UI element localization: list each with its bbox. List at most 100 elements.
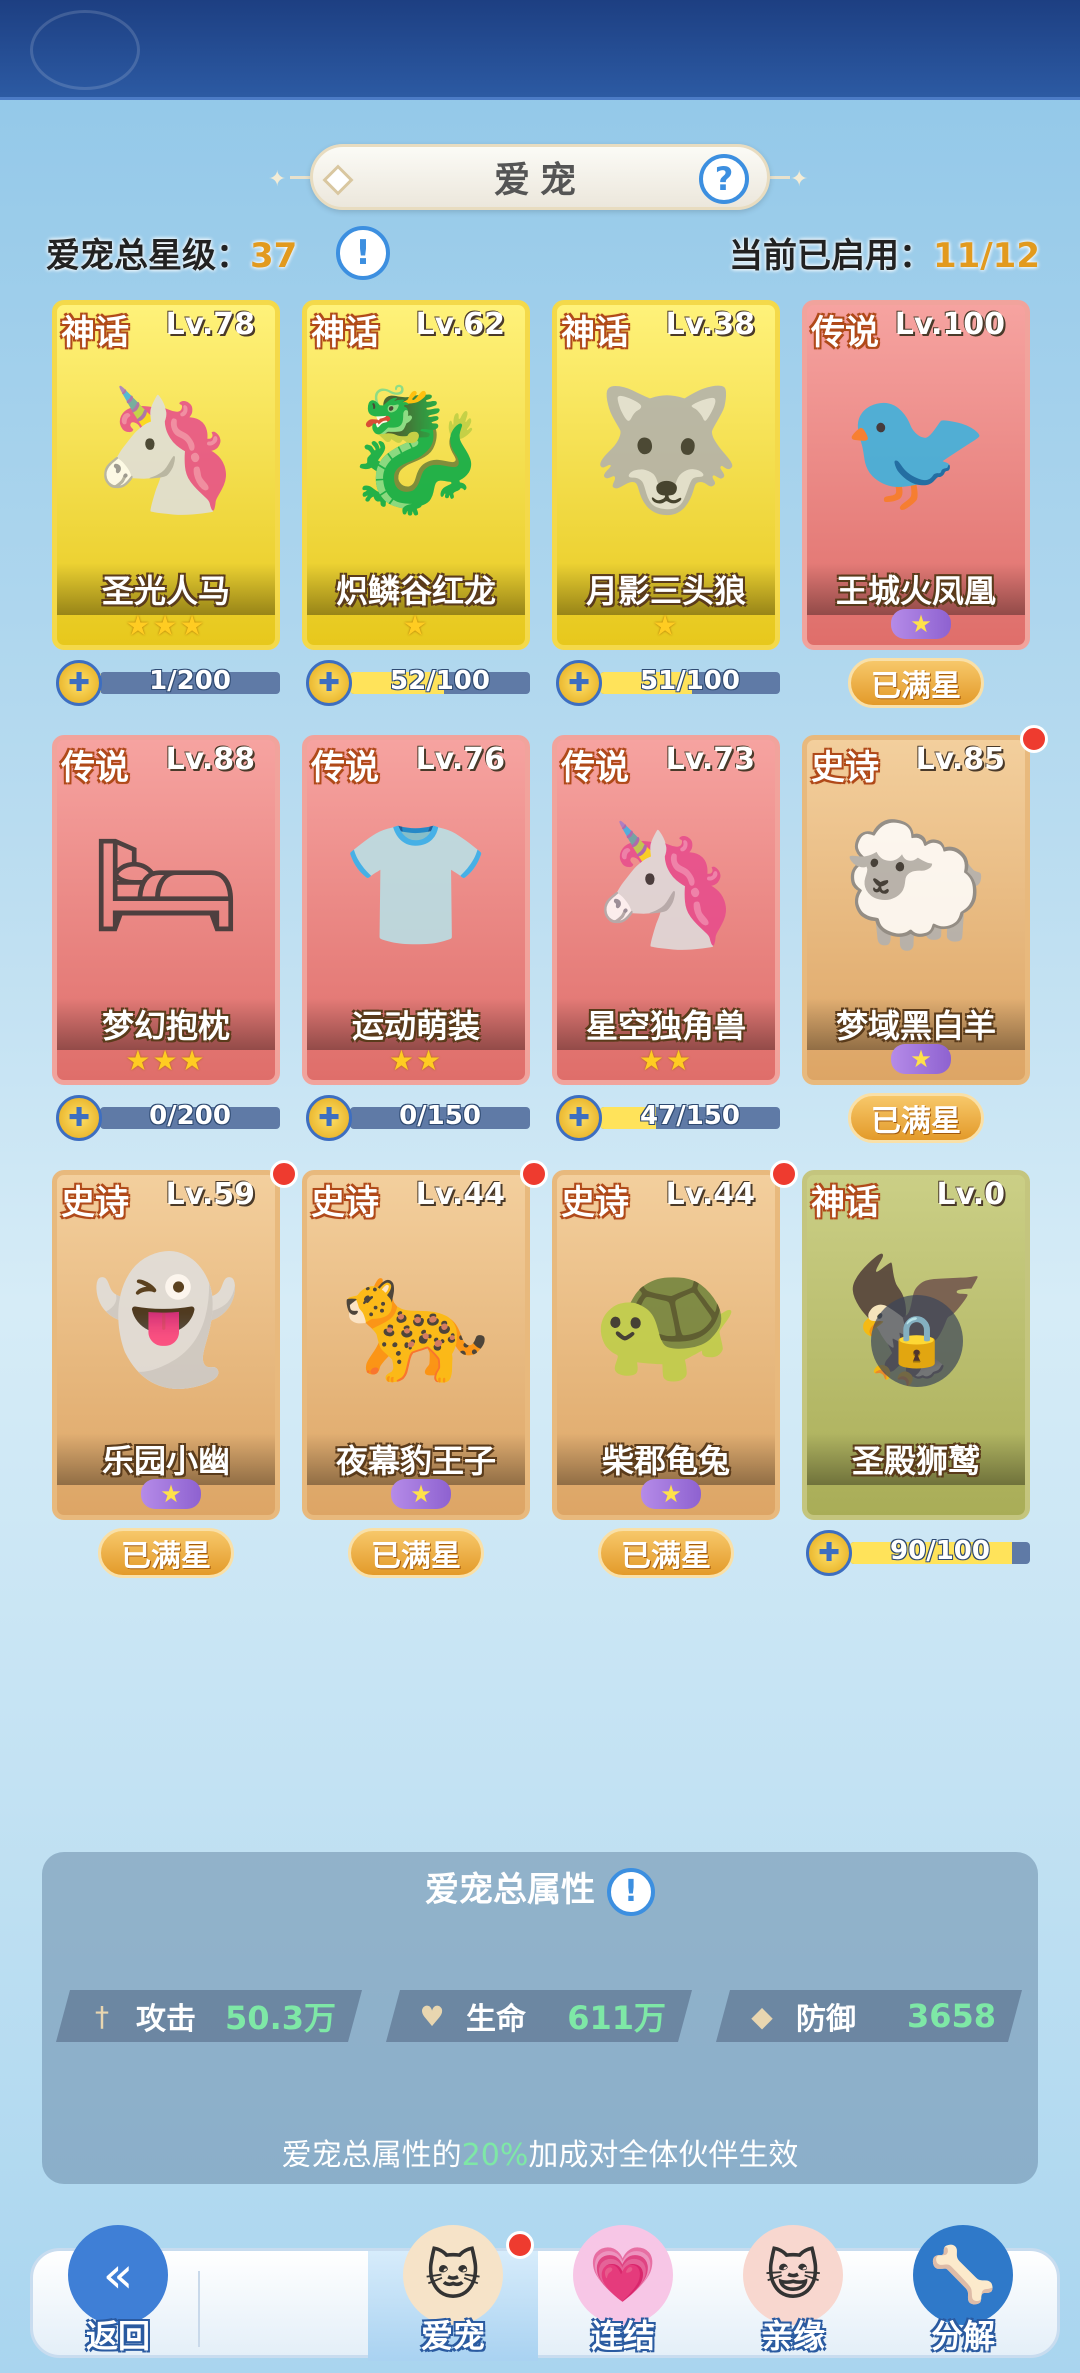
pet-name: 王城火凤凰 [835, 572, 996, 610]
star-progress: 1/200 ✚ [56, 660, 286, 706]
pet-name: 圣光人马 [101, 572, 230, 610]
pet-stars-icon: ★ [652, 609, 680, 642]
tab-bond[interactable]: 😺 亲缘 [708, 2225, 878, 2361]
pet-name-bar: 夜幕豹王子 [307, 1433, 525, 1485]
star-progress: 52/100 ✚ [306, 660, 536, 706]
pet-name: 夜幕豹王子 [335, 1442, 496, 1480]
attribute-info-icon[interactable]: ! [607, 1867, 655, 1916]
puzzle-piece-icon: ✚ [556, 1095, 602, 1141]
attack-value: 50.3万 [225, 1999, 336, 2037]
defense-value: 3658 [906, 1997, 996, 2035]
pet-stars-icon: ★★ [638, 1044, 694, 1077]
back-button[interactable]: « 返回 [33, 2225, 203, 2361]
pet-level: Lv.44 [665, 1177, 755, 1212]
pet-card[interactable]: 🦅神话Lv.0圣殿狮鹫🔒 [802, 1170, 1030, 1520]
max-star-label: 已满星 [98, 1528, 234, 1578]
tab-decompose[interactable]: 🦴 分解 [878, 2225, 1048, 2361]
attribute-bonus-note: 爱宠总属性的20%加成对全体伙伴生效 [42, 2130, 1038, 2174]
tab-pet-label: 爱宠 [420, 2317, 485, 2355]
pet-name-bar: 梦域黑白羊 [807, 998, 1025, 1050]
note-suffix: 加成对全体伙伴生效 [528, 2138, 799, 2173]
heart-link-icon: 💗 [573, 2225, 673, 2325]
pet-card[interactable]: 🐺 神话 Lv.38 月影三头狼 ★ [552, 300, 780, 650]
tab-link[interactable]: 💗 连结 [538, 2225, 708, 2361]
pet-portrait: 👕 [341, 816, 491, 955]
progress-text: 0/200 [149, 1101, 231, 1131]
pet-name-bar: 圣光人马 [57, 563, 275, 615]
attack-attribute: † 攻击 50.3万 [56, 1990, 362, 2042]
back-label: 返回 [85, 2317, 150, 2355]
pet-rarity: 传说 [561, 748, 629, 788]
total-star-stat: 爱宠总星级：37 [46, 228, 297, 277]
pet-level: Lv.44 [415, 1177, 505, 1212]
health-label: 生命 [466, 2002, 526, 2037]
pet-name: 运动萌装 [351, 1007, 480, 1045]
pet-level: Lv.59 [165, 1177, 255, 1212]
pet-card[interactable]: 🛏 传说 Lv.88 梦幻抱枕 ★★★ [52, 735, 280, 1085]
progress-text: 1/200 [149, 666, 231, 696]
pet-name: 圣殿狮鹫 [851, 1442, 980, 1480]
pet-card[interactable]: 🐉 神话 Lv.62 炽鳞谷红龙 ★ [302, 300, 530, 650]
help-icon[interactable]: ? [699, 154, 749, 204]
pet-name: 星空独角兽 [585, 1007, 746, 1045]
pet-name: 月影三头狼 [585, 572, 746, 610]
max-star-label: 已满星 [348, 1528, 484, 1578]
pet-name-bar: 星空独角兽 [557, 998, 775, 1050]
star-info-icon[interactable]: ! [336, 226, 390, 280]
pet-stars-icon: ★ [402, 609, 430, 642]
pet-card[interactable]: 👕 传说 Lv.76 运动萌装 ★★ [302, 735, 530, 1085]
pet-card[interactable]: 🦄 神话 Lv.78 圣光人马 ★★★ [52, 300, 280, 650]
pet-card[interactable]: 🐆 史诗 Lv.44 夜幕豹王子 ★ [302, 1170, 530, 1520]
pet-name-bar: 炽鳞谷红龙 [307, 563, 525, 615]
star-progress: 0/200 ✚ [56, 1095, 286, 1141]
pet-level: Lv.100 [894, 307, 1005, 342]
star-progress: 47/150 ✚ [556, 1095, 786, 1141]
pet-card[interactable]: 🐢 史诗 Lv.44 柴郡龟兔 ★ [552, 1170, 780, 1520]
pet-card[interactable]: 🐦 传说 Lv.100 王城火凤凰 ★ [802, 300, 1030, 650]
pet-name-bar: 运动萌装 [307, 998, 525, 1050]
enabled-label: 当前已启用： [728, 236, 933, 276]
pet-name-bar: 乐园小幽 [57, 1433, 275, 1485]
max-star-badge-icon: ★ [141, 1479, 201, 1509]
puzzle-piece-icon: ✚ [56, 1095, 102, 1141]
enabled-stat: 当前已启用：11/12 [729, 228, 1040, 277]
progress-text: 90/100 [890, 1536, 990, 1566]
pet-card[interactable]: 🦄 传说 Lv.73 星空独角兽 ★★ [552, 735, 780, 1085]
pet-name: 乐园小幽 [101, 1442, 230, 1480]
pet-portrait: 🐑 [841, 816, 991, 955]
pet-rarity: 传说 [311, 748, 379, 788]
star-progress: 90/100 ✚ [806, 1530, 1036, 1576]
notification-dot [770, 1160, 798, 1188]
attribute-panel-title: 爱宠总属性 [425, 1870, 595, 1910]
pet-name: 梦幻抱枕 [101, 1007, 230, 1045]
pet-name-bar: 王城火凤凰 [807, 563, 1025, 615]
pet-stars-icon: ★★★ [125, 1044, 207, 1077]
max-star-label: 已满星 [848, 1093, 984, 1143]
heart-icon: ♥ [419, 1999, 445, 2033]
pet-stars-icon: ★★★ [125, 609, 207, 642]
pet-notification-dot [506, 2231, 534, 2259]
tab-bond-label: 亲缘 [760, 2317, 825, 2355]
notification-dot [520, 1160, 548, 1188]
star-progress: 0/150 ✚ [306, 1095, 536, 1141]
note-prefix: 爱宠总属性的 [281, 2138, 462, 2173]
title-star-right-icon: ✦ [790, 167, 809, 192]
progress-text: 47/150 [640, 1101, 740, 1131]
notification-dot [1020, 725, 1048, 753]
pet-portrait: 🐢 [591, 1251, 741, 1390]
pet-name: 梦域黑白羊 [835, 1007, 996, 1045]
pet-portrait: 🐆 [341, 1251, 491, 1390]
pet-stars-icon: ★★ [388, 1044, 444, 1077]
sword-icon: † [95, 1999, 109, 2033]
heart-decoration-icon [30, 10, 140, 90]
tab-pet[interactable]: 🐱 爱宠 [368, 2225, 538, 2361]
pet-card[interactable]: 🐑 史诗 Lv.85 梦域黑白羊 ★ [802, 735, 1030, 1085]
pet-card[interactable]: 👻 史诗 Lv.59 乐园小幽 ★ [52, 1170, 280, 1520]
health-attribute: ♥ 生命 611万 [386, 1990, 692, 2042]
enabled-value: 11/12 [932, 236, 1040, 276]
pet-name-bar: 圣殿狮鹫 [807, 1433, 1025, 1485]
attribute-panel: 爱宠总属性! † 攻击 50.3万 ♥ 生命 611万 ◆ 防御 3658 爱宠… [42, 1852, 1038, 2184]
pet-portrait: 🦄 [591, 816, 741, 955]
max-star-badge-icon: ★ [391, 1479, 451, 1509]
pet-level: Lv.78 [165, 307, 255, 342]
